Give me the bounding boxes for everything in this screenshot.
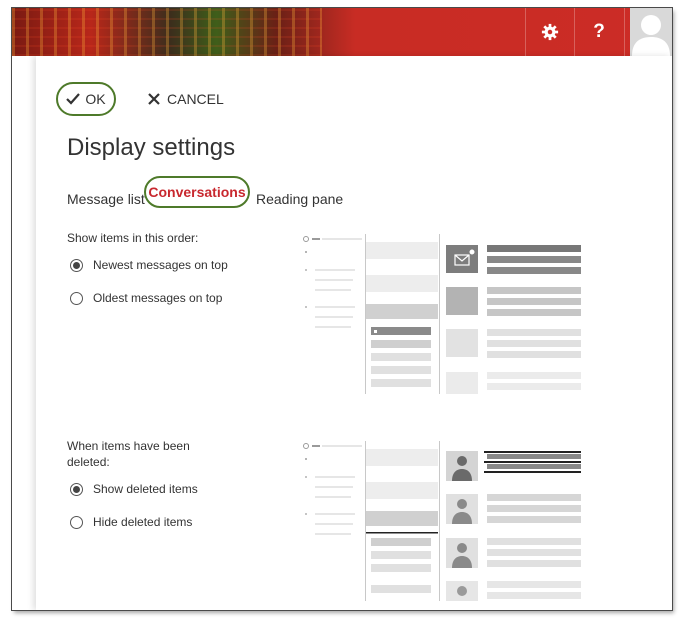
ok-label: OK — [85, 91, 106, 107]
radio-show-deleted[interactable]: Show deleted items — [70, 482, 198, 496]
close-icon — [148, 93, 160, 105]
radio-label: Oldest messages on top — [93, 291, 223, 305]
radio-hide-deleted[interactable]: Hide deleted items — [70, 515, 192, 529]
screenshot-frame: ? OK CANCEL Display settings Message lis… — [12, 8, 672, 610]
cancel-label: CANCEL — [167, 91, 224, 107]
gear-icon — [541, 23, 559, 41]
header-banner-image — [12, 8, 322, 56]
cancel-button[interactable]: CANCEL — [148, 86, 224, 112]
radio-button-selected[interactable] — [70, 258, 83, 272]
radio-label: Hide deleted items — [93, 515, 193, 529]
order-section-label: Show items in this order: — [67, 231, 199, 245]
ok-button[interactable]: OK — [56, 82, 116, 116]
radio-newest-on-top[interactable]: Newest messages on top — [70, 258, 228, 272]
radio-button-selected[interactable] — [70, 482, 83, 496]
conversation-order-preview — [303, 234, 581, 394]
tab-conversations[interactable]: Conversations — [144, 176, 250, 208]
checkmark-icon — [66, 93, 81, 105]
header-bar: ? — [12, 8, 672, 56]
user-silhouette-icon — [632, 15, 670, 56]
page-title: Display settings — [67, 134, 236, 161]
contact-thumbnail — [446, 451, 478, 481]
settings-panel: OK CANCEL Display settings Message list … — [36, 56, 672, 610]
contact-thumbnail — [446, 494, 478, 524]
settings-button[interactable] — [526, 8, 574, 56]
contact-thumbnail — [446, 538, 478, 568]
tab-reading-pane[interactable]: Reading pane — [256, 191, 343, 207]
radio-label: Show deleted items — [93, 482, 198, 496]
avatar-button[interactable] — [630, 8, 672, 56]
radio-button[interactable] — [70, 291, 83, 305]
header-divider — [624, 8, 625, 56]
help-button[interactable]: ? — [575, 8, 623, 56]
deleted-section-label: When items have been deleted: — [67, 439, 190, 469]
radio-button[interactable] — [70, 515, 83, 529]
help-icon: ? — [593, 21, 605, 42]
tab-message-list[interactable]: Message list — [67, 191, 145, 207]
radio-oldest-on-top[interactable]: Oldest messages on top — [70, 291, 222, 305]
contact-thumbnail — [446, 581, 478, 601]
deleted-items-preview — [303, 441, 581, 601]
radio-label: Newest messages on top — [93, 258, 228, 272]
